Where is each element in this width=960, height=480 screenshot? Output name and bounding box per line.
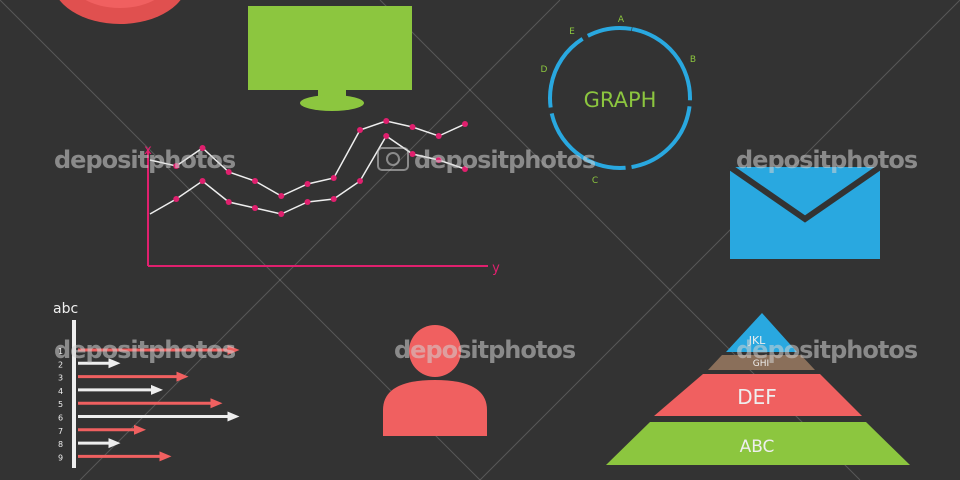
pyramid-tier-abc: ABC bbox=[740, 437, 775, 457]
watermark-text: depositphotos bbox=[736, 146, 918, 174]
bar-arrow-head bbox=[227, 411, 240, 422]
graph-point-b: B bbox=[690, 55, 696, 65]
line-point bbox=[278, 211, 285, 217]
line-point bbox=[330, 175, 337, 181]
bar-arrow-head bbox=[151, 384, 163, 395]
line-point bbox=[383, 118, 390, 124]
graph-point-c: C bbox=[592, 176, 598, 186]
line-point bbox=[409, 124, 416, 130]
bar-row-label: 9 bbox=[58, 453, 63, 462]
graph-point-d: D bbox=[541, 65, 548, 75]
line-point bbox=[462, 121, 468, 127]
watermark-text: depositphotos bbox=[54, 336, 236, 364]
bar-arrow-head bbox=[134, 424, 146, 435]
illustration-canvas: GRAPH A B C D E x y abc 123456789 JKL GH… bbox=[0, 0, 960, 480]
line-point bbox=[304, 181, 311, 187]
line-point bbox=[278, 193, 285, 199]
line-point bbox=[357, 127, 363, 133]
line-point bbox=[357, 178, 363, 184]
bar-row-label: 4 bbox=[58, 387, 63, 396]
bar-row-label: 3 bbox=[58, 374, 63, 383]
bar-row-label: 5 bbox=[58, 400, 63, 409]
graph-label: GRAPH bbox=[584, 88, 657, 112]
watermark-text: depositphotos bbox=[414, 146, 596, 174]
graph-point-e: E bbox=[569, 27, 575, 37]
bar-chart-title: abc bbox=[53, 301, 78, 317]
bar-arrow-head bbox=[108, 438, 121, 449]
line-point bbox=[252, 178, 258, 184]
line-point bbox=[304, 199, 311, 205]
bar-arrow-head bbox=[159, 451, 172, 462]
bar-row-label: 8 bbox=[58, 440, 63, 449]
watermark-text: depositphotos bbox=[54, 146, 236, 174]
line-point bbox=[225, 199, 232, 205]
line-point bbox=[173, 196, 180, 202]
watermark-text: depositphotos bbox=[394, 336, 576, 364]
horizontal-arrow-bar-chart-icon: abc 123456789 bbox=[53, 301, 240, 468]
graph-point-a: A bbox=[618, 15, 625, 25]
line-point bbox=[199, 178, 206, 184]
bar-row-label: 6 bbox=[58, 414, 63, 423]
line-point bbox=[252, 205, 258, 211]
pyramid-tier-def: DEF bbox=[737, 385, 777, 409]
line-point bbox=[383, 133, 390, 139]
line-chart-y-label: y bbox=[492, 261, 500, 276]
watermark-text: depositphotos bbox=[736, 336, 918, 364]
circle-badge-icon bbox=[59, 0, 181, 24]
envelope-icon bbox=[728, 164, 882, 259]
line-point bbox=[330, 196, 337, 202]
bar-row-label: 7 bbox=[58, 427, 63, 436]
bar-arrow-head bbox=[210, 398, 223, 409]
monitor-icon bbox=[248, 6, 412, 111]
line-point bbox=[435, 133, 442, 139]
